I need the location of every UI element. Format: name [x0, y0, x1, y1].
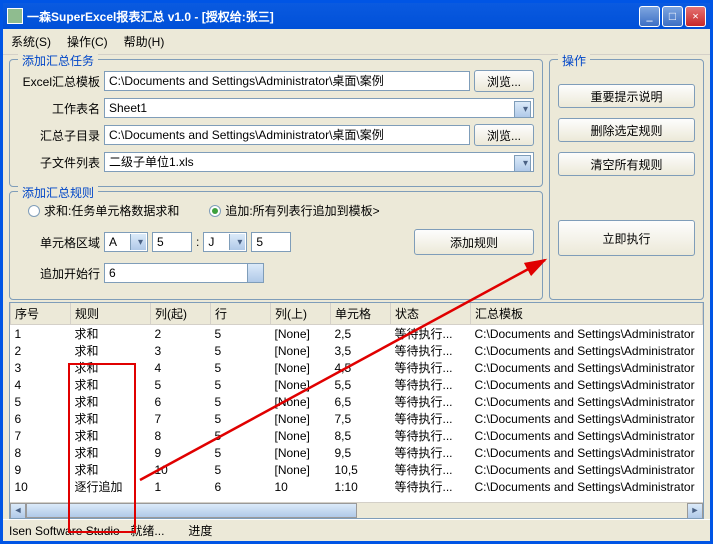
- menu-system[interactable]: 系统(S): [11, 33, 51, 50]
- table-row[interactable]: 4求和55[None]5,5等待执行...C:\Documents and Se…: [11, 376, 703, 393]
- row-to-input[interactable]: 5: [251, 232, 291, 252]
- col-status[interactable]: 状态: [391, 303, 471, 325]
- radio-sum-label: 求和:任务单元格数据求和: [44, 202, 179, 219]
- col-cell[interactable]: 单元格: [331, 303, 391, 325]
- col-row[interactable]: 行: [211, 303, 271, 325]
- dir-label: 汇总子目录: [18, 127, 100, 144]
- progress-label: 进度: [188, 522, 212, 539]
- radio-sum-icon: [28, 205, 40, 217]
- radio-sum[interactable]: 求和:任务单元格数据求和: [28, 202, 179, 219]
- dir-input[interactable]: C:\Documents and Settings\Administrator\…: [104, 125, 470, 145]
- radio-append-icon: [209, 205, 221, 217]
- table-row[interactable]: 9求和105[None]10,5等待执行...C:\Documents and …: [11, 461, 703, 478]
- col-no[interactable]: 序号: [11, 303, 71, 325]
- scroll-left-icon[interactable]: ◄: [10, 503, 26, 519]
- template-label: Excel汇总模板: [18, 73, 100, 90]
- rules-table: 序号 规则 列(起) 行 列(上) 单元格 状态 汇总模板 1求和25[None…: [9, 302, 704, 519]
- template-input[interactable]: C:\Documents and Settings\Administrator\…: [104, 71, 470, 91]
- menubar: 系统(S) 操作(C) 帮助(H): [3, 29, 710, 55]
- scroll-thumb[interactable]: [26, 503, 357, 518]
- table-row[interactable]: 5求和65[None]6,5等待执行...C:\Documents and Se…: [11, 393, 703, 410]
- operate-groupbox-title: 操作: [558, 52, 590, 69]
- task-groupbox-title: 添加汇总任务: [18, 52, 98, 69]
- status-text: Isen Software Studio - 就绪...: [9, 522, 164, 539]
- file-label: 子文件列表: [18, 154, 100, 171]
- table-row[interactable]: 1求和25[None]2,5等待执行...C:\Documents and Se…: [11, 325, 703, 343]
- menu-operate[interactable]: 操作(C): [67, 33, 108, 50]
- col-rule[interactable]: 规则: [71, 303, 151, 325]
- table-row[interactable]: 2求和35[None]3,5等待执行...C:\Documents and Se…: [11, 342, 703, 359]
- start-row-spinner[interactable]: 6: [104, 263, 264, 283]
- clear-rules-button[interactable]: 清空所有规则: [558, 152, 695, 176]
- window-title: 一森SuperExcel报表汇总 v1.0 - [授权给:张三]: [27, 8, 639, 25]
- col-from-combo[interactable]: A: [104, 232, 148, 252]
- close-button[interactable]: ×: [685, 6, 706, 27]
- maximize-button[interactable]: □: [662, 6, 683, 27]
- row-from-input[interactable]: 5: [152, 232, 192, 252]
- add-rule-button[interactable]: 添加规则: [414, 229, 534, 255]
- titlebar: 一森SuperExcel报表汇总 v1.0 - [授权给:张三] _ □ ×: [3, 3, 710, 29]
- execute-button[interactable]: 立即执行: [558, 220, 695, 256]
- table-row[interactable]: 3求和45[None]4,5等待执行...C:\Documents and Se…: [11, 359, 703, 376]
- app-icon: [7, 8, 23, 24]
- task-groupbox: 添加汇总任务 Excel汇总模板 C:\Documents and Settin…: [9, 59, 543, 187]
- hint-button[interactable]: 重要提示说明: [558, 84, 695, 108]
- radio-append-label: 追加:所有列表行追加到模板>: [225, 202, 379, 219]
- start-row-label: 追加开始行: [18, 265, 100, 282]
- col-tpl[interactable]: 汇总模板: [471, 303, 703, 325]
- rule-groupbox-title: 添加汇总规则: [18, 184, 98, 201]
- range-label: 单元格区域: [18, 234, 100, 251]
- menu-help[interactable]: 帮助(H): [124, 33, 165, 50]
- horizontal-scrollbar[interactable]: ◄ ►: [10, 502, 703, 518]
- delete-rule-button[interactable]: 删除选定规则: [558, 118, 695, 142]
- table-row[interactable]: 8求和95[None]9,5等待执行...C:\Documents and Se…: [11, 444, 703, 461]
- col-to-combo[interactable]: J: [203, 232, 247, 252]
- scroll-right-icon[interactable]: ►: [687, 503, 703, 519]
- table-row[interactable]: 7求和85[None]8,5等待执行...C:\Documents and Se…: [11, 427, 703, 444]
- file-combo[interactable]: 二级子单位1.xls: [104, 152, 534, 172]
- browse-dir-button[interactable]: 浏览...: [474, 124, 534, 146]
- col-colf[interactable]: 列(起): [151, 303, 211, 325]
- minimize-button[interactable]: _: [639, 6, 660, 27]
- col-colt[interactable]: 列(上): [271, 303, 331, 325]
- sheet-label: 工作表名: [18, 100, 100, 117]
- radio-append[interactable]: 追加:所有列表行追加到模板>: [209, 202, 379, 219]
- browse-template-button[interactable]: 浏览...: [474, 70, 534, 92]
- statusbar: Isen Software Studio - 就绪... 进度: [3, 519, 710, 541]
- sheet-combo[interactable]: Sheet1: [104, 98, 534, 118]
- operate-groupbox: 操作 重要提示说明 删除选定规则 清空所有规则 立即执行: [549, 59, 704, 300]
- table-row[interactable]: 6求和75[None]7,5等待执行...C:\Documents and Se…: [11, 410, 703, 427]
- table-row[interactable]: 10逐行追加16101:10等待执行...C:\Documents and Se…: [11, 478, 703, 495]
- rule-groupbox: 添加汇总规则 求和:任务单元格数据求和 追加:所有列表行追加到模板> 单元格区域: [9, 191, 543, 300]
